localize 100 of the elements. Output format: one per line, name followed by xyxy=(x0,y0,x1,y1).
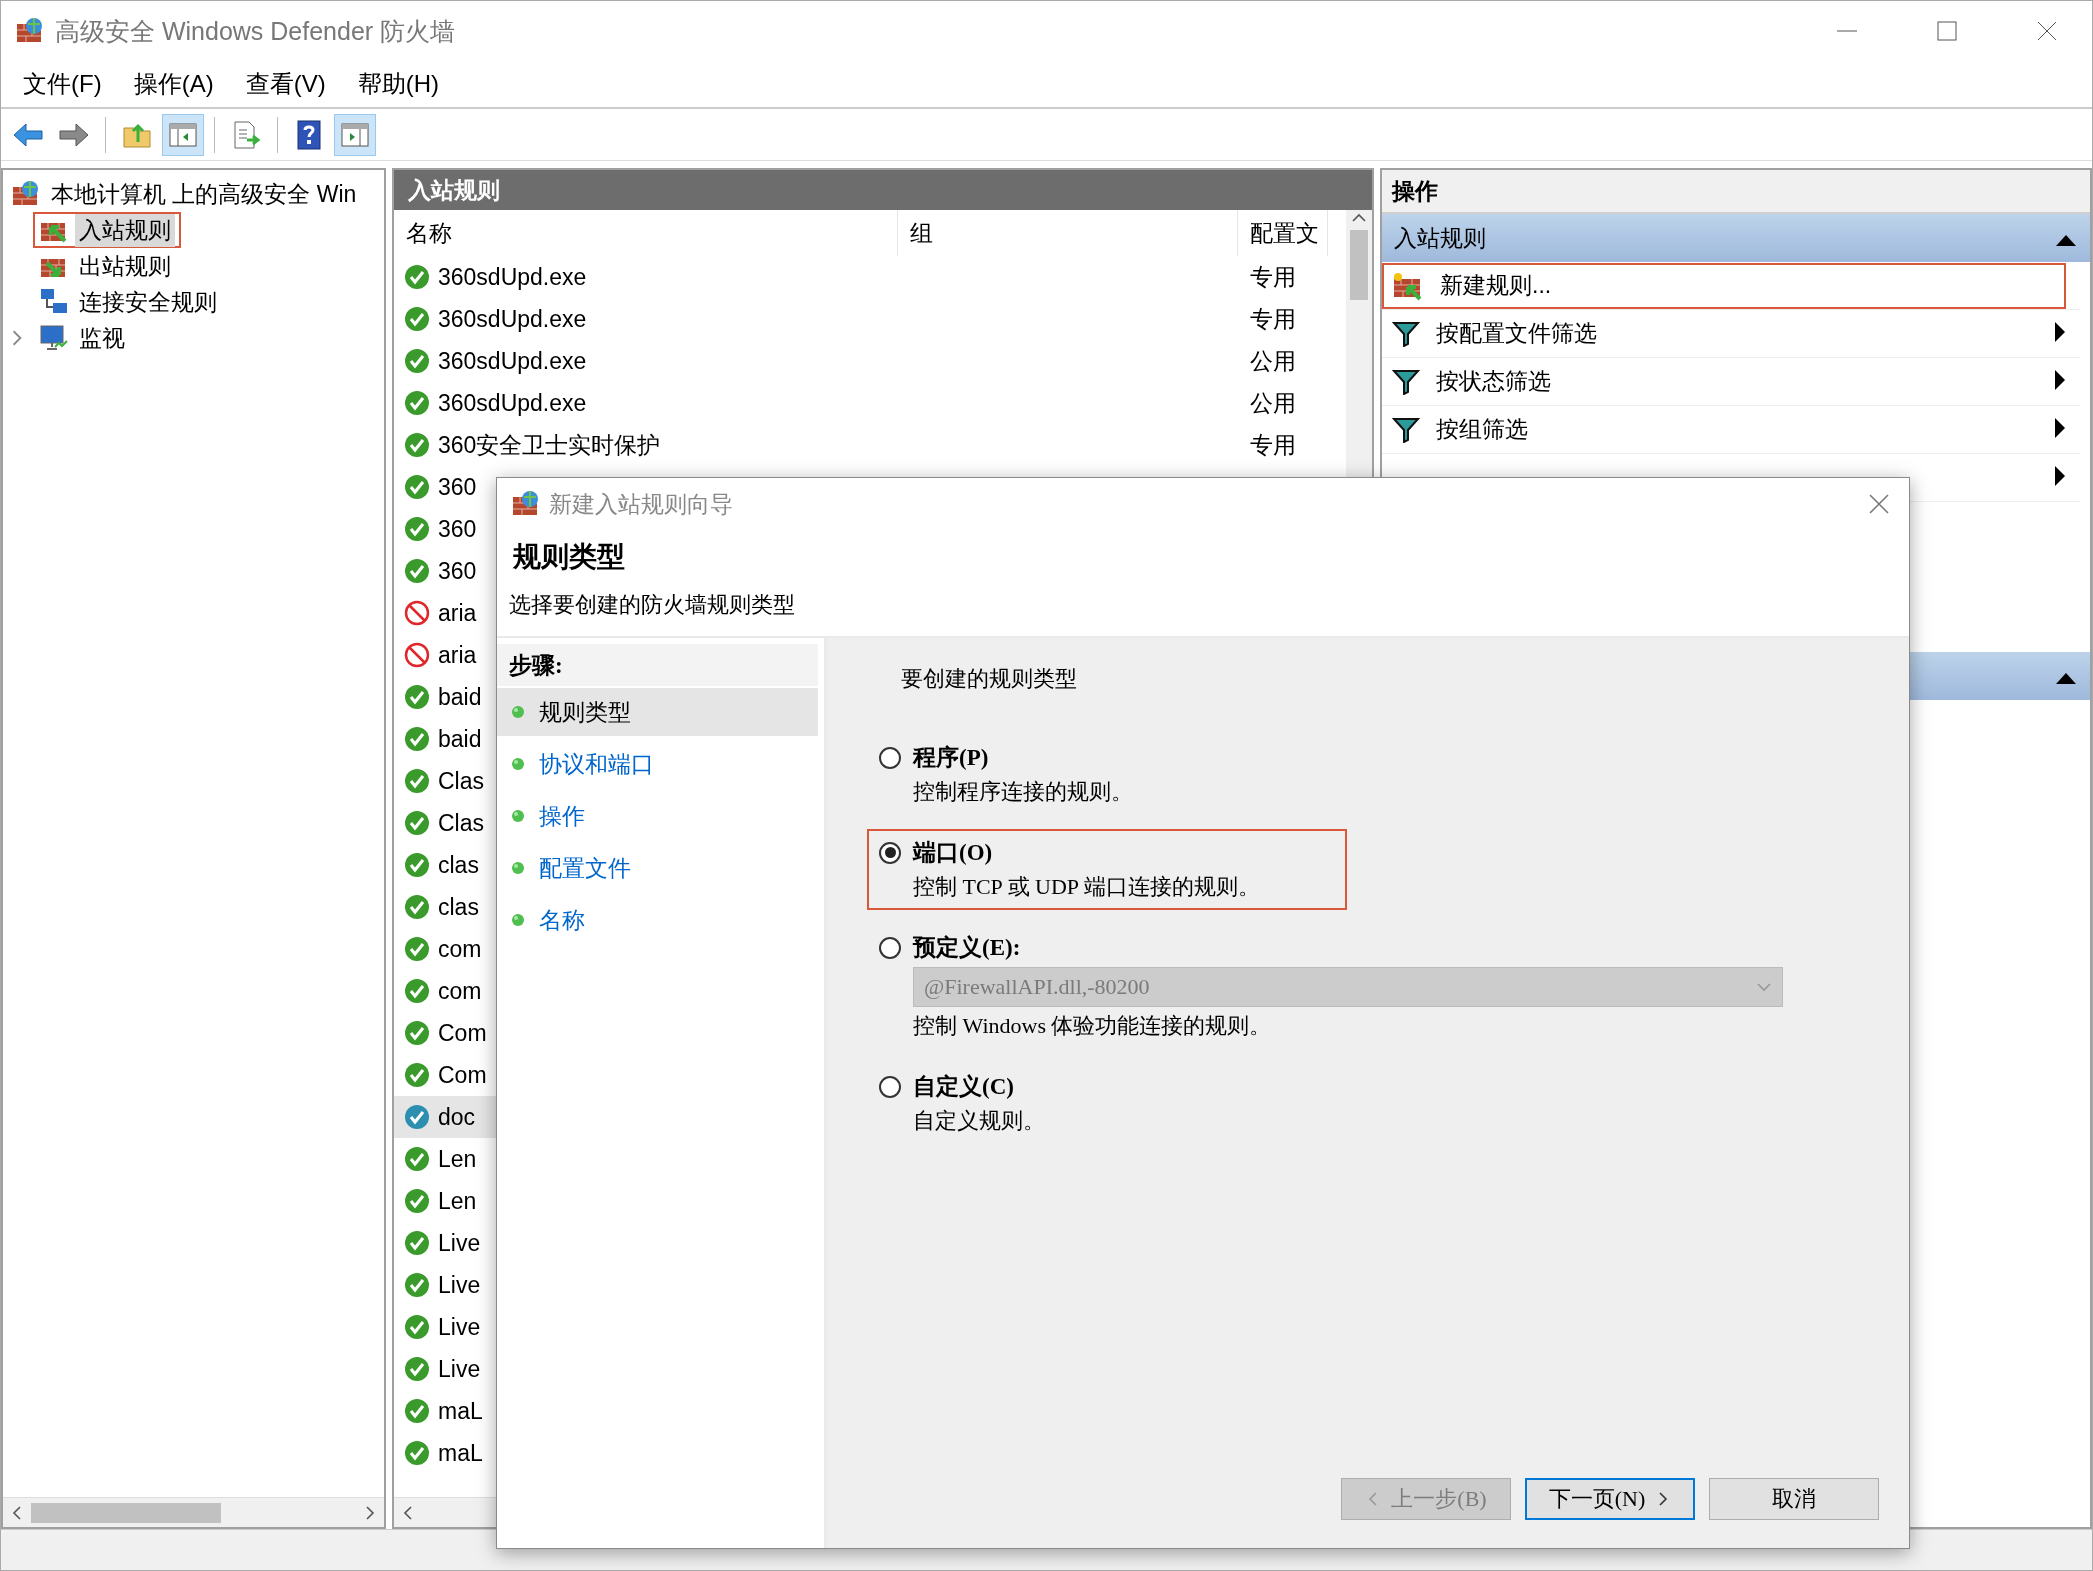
check-circle-icon xyxy=(404,768,430,794)
check-circle-icon xyxy=(404,264,430,290)
steps-label: 步骤: xyxy=(497,644,818,686)
step-link[interactable]: 配置文件 xyxy=(539,852,631,884)
table-cell-text: 公用 xyxy=(1249,388,1296,418)
step-bullet-icon xyxy=(511,705,525,719)
tree-item[interactable]: 出站规则 xyxy=(75,249,175,283)
panel-title: 操作 xyxy=(1382,170,2090,214)
blocked-icon xyxy=(404,600,430,626)
table-cell: Live xyxy=(438,1313,481,1341)
check-circle-icon xyxy=(404,1230,430,1256)
check-circle-icon xyxy=(404,1440,430,1466)
check-circle-icon xyxy=(404,1104,430,1130)
table-cell: Live xyxy=(438,1229,481,1257)
filter-icon xyxy=(1392,368,1420,395)
check-circle-icon xyxy=(404,978,430,1004)
action-item[interactable]: 按状态筛选 xyxy=(1436,366,1551,397)
radio-button[interactable] xyxy=(879,841,901,864)
action-pane-icon xyxy=(340,120,370,149)
option-label: 自定义(C) xyxy=(913,1073,1015,1101)
check-circle-icon xyxy=(404,894,430,920)
check-circle-icon xyxy=(404,516,430,542)
window-title: 高级安全 Windows Defender 防火墙 xyxy=(55,15,457,47)
action-item[interactable]: 新建规则... xyxy=(1440,270,1552,301)
table-cell: maL xyxy=(438,1397,483,1425)
column-header[interactable]: 配置文 xyxy=(1238,210,1328,256)
scroll-thumb[interactable] xyxy=(1350,230,1368,300)
menu-item[interactable]: 文件(F) xyxy=(7,64,118,104)
horizontal-scrollbar[interactable] xyxy=(3,1497,384,1527)
column-header[interactable]: 组 xyxy=(898,210,1238,256)
menu-item[interactable]: 帮助(H) xyxy=(341,64,455,104)
check-circle-icon xyxy=(404,348,430,374)
table-cell: maL xyxy=(438,1439,483,1467)
panel-title: 入站规则 xyxy=(394,170,1372,210)
option-description: 控制 Windows 体验功能连接的规则。 xyxy=(913,1012,1273,1040)
check-circle-icon xyxy=(404,1020,430,1046)
check-circle-icon xyxy=(404,432,430,458)
step-link[interactable]: 协议和端口 xyxy=(539,748,654,780)
table-cell: baid xyxy=(438,725,482,753)
table-cell: clas xyxy=(438,893,479,921)
radio-button[interactable] xyxy=(879,936,901,959)
action-item[interactable]: 按组筛选 xyxy=(1436,414,1528,445)
step-link[interactable]: 名称 xyxy=(539,904,585,936)
section-title: 入站规则 xyxy=(1394,223,1486,253)
collapse-caret-icon xyxy=(2056,671,2076,684)
option-label: 预定义(E): xyxy=(913,934,1022,962)
tree-item[interactable]: 本地计算机 上的高级安全 Win xyxy=(47,177,361,211)
table-cell: com xyxy=(438,977,482,1005)
table-cell-text: 专用 xyxy=(1249,430,1296,460)
check-circle-icon xyxy=(404,1146,430,1172)
table-cell: 360 xyxy=(438,557,477,585)
collapse-caret-icon xyxy=(2056,233,2076,246)
maximize-icon xyxy=(1936,20,1958,42)
tree-item[interactable]: 入站规则 xyxy=(75,213,175,247)
option-description: 控制程序连接的规则。 xyxy=(913,778,1134,806)
close-icon xyxy=(1868,493,1890,515)
blocked-icon xyxy=(404,642,430,668)
step-link[interactable]: 规则类型 xyxy=(539,696,631,728)
check-circle-icon xyxy=(404,306,430,332)
step-bullet-icon xyxy=(511,861,525,875)
table-cell: baid xyxy=(438,683,482,711)
action-item[interactable]: 按配置文件筛选 xyxy=(1436,318,1597,349)
table-cell: aria xyxy=(438,599,477,627)
check-circle-icon xyxy=(404,558,430,584)
check-circle-icon xyxy=(404,810,430,836)
table-cell: Live xyxy=(438,1355,481,1383)
option-description: 控制 TCP 或 UDP 端口连接的规则。 xyxy=(913,873,1261,901)
column-header[interactable]: 名称 xyxy=(394,210,898,256)
tree-item[interactable]: 连接安全规则 xyxy=(75,285,221,319)
cancel-button[interactable]: 取消 xyxy=(1709,1478,1879,1520)
help-icon xyxy=(296,119,322,150)
scroll-thumb[interactable] xyxy=(31,1502,221,1523)
table-cell-text: 360安全卫士实时保护 xyxy=(438,430,661,460)
radio-button[interactable] xyxy=(879,1075,901,1098)
menu-item[interactable]: 操作(A) xyxy=(117,64,230,104)
step-bullet-icon xyxy=(511,913,525,927)
step-link[interactable]: 操作 xyxy=(539,800,585,832)
forward-arrow-icon xyxy=(58,120,90,149)
table-cell: Len xyxy=(438,1145,477,1173)
table-cell: Clas xyxy=(438,767,484,795)
check-circle-icon xyxy=(404,684,430,710)
option-label: 程序(P) xyxy=(913,744,990,772)
check-circle-icon xyxy=(404,936,430,962)
table-cell: 360 xyxy=(438,515,477,543)
check-circle-icon xyxy=(404,1188,430,1214)
menu-item[interactable]: 查看(V) xyxy=(229,64,342,104)
back-arrow-icon xyxy=(12,120,44,149)
table-cell: 360 xyxy=(438,473,477,501)
section-header[interactable]: 入站规则 xyxy=(1382,214,2090,262)
option-label: 端口(O) xyxy=(913,839,994,867)
radio-button[interactable] xyxy=(879,746,901,769)
table-cell: 360sdUpd.exe xyxy=(438,305,587,333)
check-circle-icon xyxy=(404,1272,430,1298)
check-circle-icon xyxy=(404,474,430,500)
check-circle-icon xyxy=(404,1398,430,1424)
tree-item[interactable]: 监视 xyxy=(75,321,129,355)
dialog-title: 新建入站规则向导 xyxy=(549,489,734,519)
check-circle-icon xyxy=(404,390,430,416)
next-button[interactable]: 下一页(N) xyxy=(1525,1478,1695,1520)
prompt-text: 要创建的规则类型 xyxy=(901,665,1078,693)
